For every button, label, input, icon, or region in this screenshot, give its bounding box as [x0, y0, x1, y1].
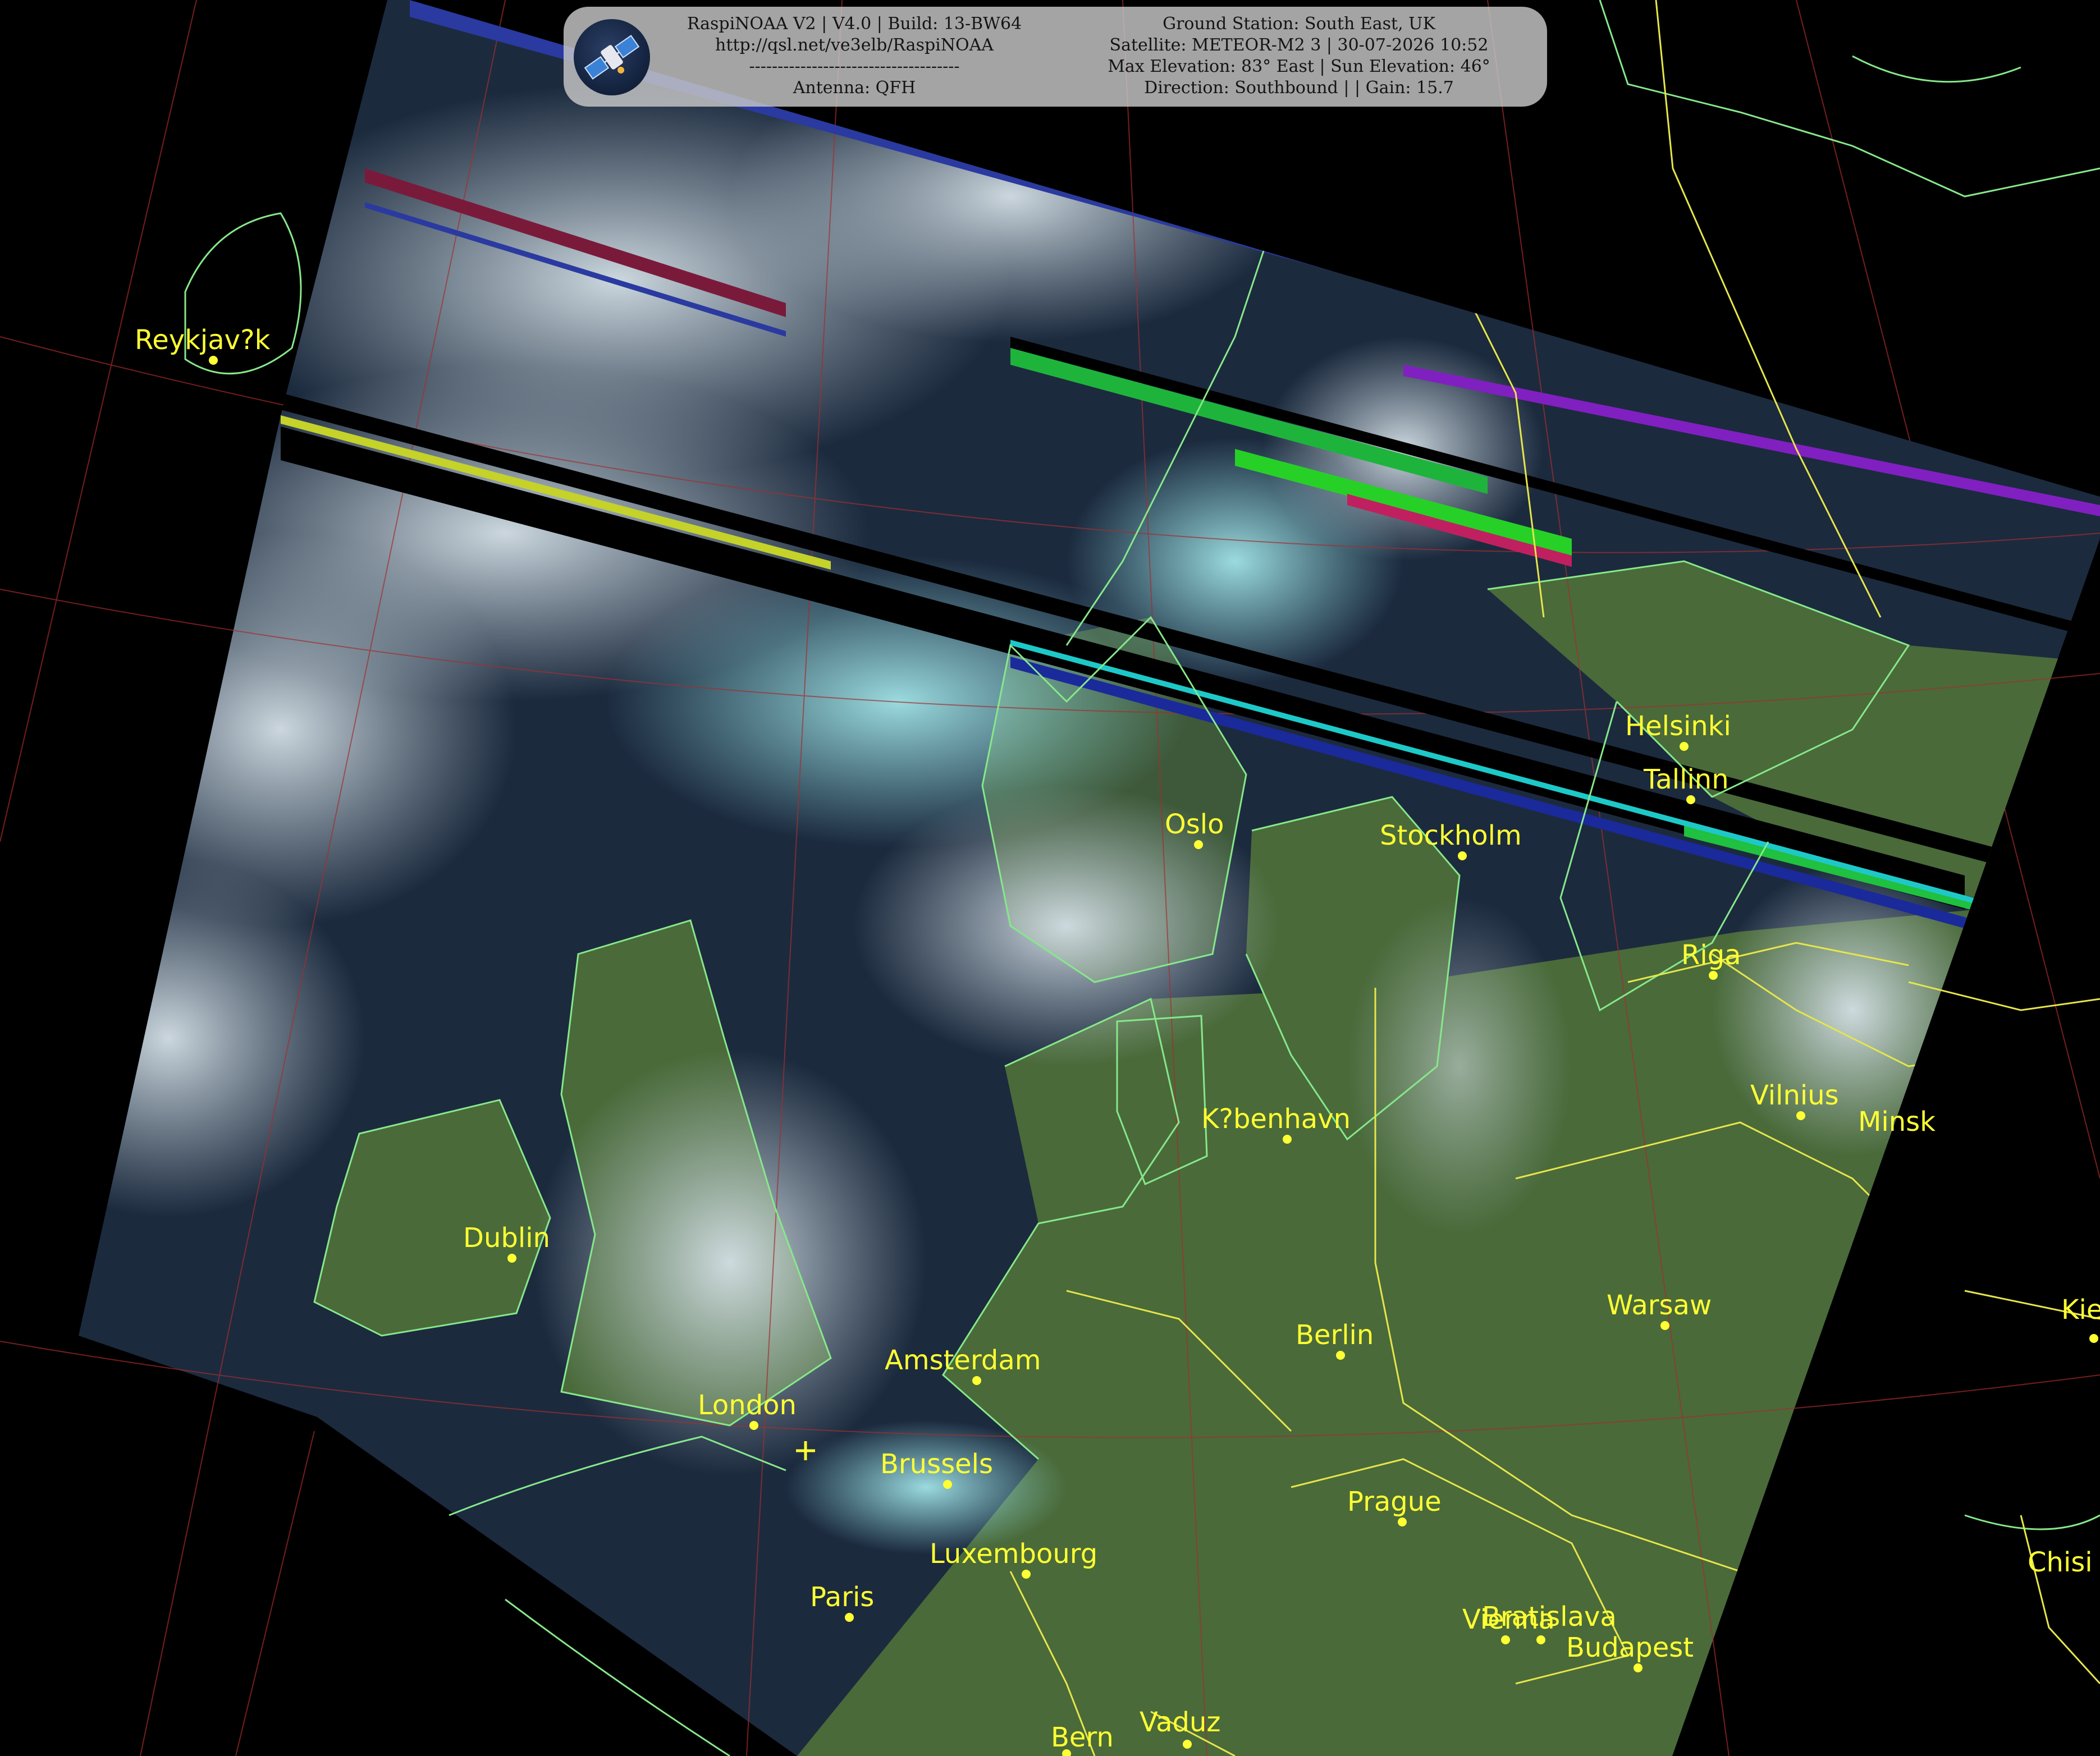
city-label: Stockholm	[1380, 820, 1522, 851]
city-label: Prague	[1347, 1486, 1442, 1517]
ground-station: Ground Station: South East, UK	[1163, 14, 1435, 34]
city-label: Riga	[1681, 939, 1741, 971]
city-label: Bratislava	[1482, 1601, 1617, 1633]
city-label: Berlin	[1296, 1319, 1374, 1351]
city-dot-brussels	[943, 1480, 952, 1489]
satellite-icon	[574, 19, 650, 95]
city-dot-bratislava	[1536, 1635, 1545, 1644]
pass-info-header: RaspiNOAA V2 | V4.0 | Build: 13-BW64 htt…	[564, 7, 1547, 107]
city-label: Bern	[1051, 1722, 1114, 1753]
city-label: Luxembourg	[930, 1538, 1097, 1570]
city-label: Brussels	[880, 1448, 993, 1480]
project-link[interactable]: http://qsl.net/ve3elb/RaspiNOAA	[658, 35, 1051, 56]
city-dot-budapest	[1634, 1663, 1643, 1672]
city-label: Tallinn	[1643, 764, 1729, 795]
city-dot-prague	[1398, 1517, 1407, 1526]
city-dot-riga	[1709, 971, 1718, 980]
city-dot-kobenhavn	[1283, 1135, 1292, 1144]
city-dot-oslo	[1194, 840, 1203, 849]
antenna-info: Antenna: QFH	[793, 78, 916, 98]
elevation-info: Max Elevation: 83° East | Sun Elevation:…	[1108, 57, 1490, 76]
city-dot-helsinki	[1680, 742, 1689, 751]
city-dot-vaduz	[1183, 1740, 1192, 1749]
city-label: Oslo	[1165, 809, 1224, 840]
pass-details: Ground Station: South East, UK Satellite…	[1058, 13, 1540, 99]
city-label: Helsinki	[1625, 710, 1731, 742]
city-label: Reykjav?k	[135, 324, 271, 356]
city-dot-dublin	[507, 1254, 516, 1263]
city-label: K?benhavn	[1201, 1103, 1351, 1135]
city-label: Warsaw	[1607, 1290, 1712, 1321]
city-dot-tallinn	[1686, 795, 1695, 804]
map-view: Reykjav?k Helsinki Tallinn Oslo Stockhol…	[0, 0, 2100, 1756]
city-label: London	[698, 1390, 797, 1421]
city-label: Chisi	[2028, 1547, 2093, 1578]
city-label: Amsterdam	[885, 1345, 1041, 1376]
city-dot-warsaw	[1660, 1321, 1669, 1330]
satellite-swath	[79, 0, 2100, 1756]
satellite-map: Reykjav?k Helsinki Tallinn Oslo Stockhol…	[0, 0, 2100, 1756]
city-dot-stockholm	[1458, 851, 1467, 860]
satellite-timestamp: Satellite: METEOR-M2 3 | 30-07-2026 10:5…	[1109, 35, 1489, 55]
city-label: Vilnius	[1750, 1080, 1839, 1111]
city-dot-kie	[2089, 1334, 2098, 1343]
city-label: Paris	[810, 1581, 874, 1613]
city-label: Vaduz	[1140, 1707, 1221, 1738]
city-label: Budapest	[1566, 1632, 1694, 1663]
city-label: Kie	[2061, 1294, 2100, 1326]
city-dot-luxembourg	[1022, 1570, 1031, 1579]
city-dot-berlin	[1336, 1351, 1345, 1360]
city-label: Dublin	[463, 1222, 550, 1254]
city-dot-reykjavik	[209, 356, 218, 365]
city-label: Minsk	[1858, 1106, 1936, 1138]
software-version: RaspiNOAA V2 | V4.0 | Build: 13-BW64	[687, 14, 1022, 34]
city-dot-paris	[845, 1613, 854, 1622]
city-dot-amsterdam	[972, 1376, 981, 1385]
separator: -------------------------------------	[749, 57, 960, 76]
city-dot-vienna	[1501, 1635, 1510, 1644]
software-info: RaspiNOAA V2 | V4.0 | Build: 13-BW64 htt…	[658, 13, 1051, 99]
city-dot-london	[749, 1421, 758, 1430]
direction-gain: Direction: Southbound | | Gain: 15.7	[1144, 78, 1454, 98]
city-dot-vilnius	[1796, 1111, 1805, 1120]
